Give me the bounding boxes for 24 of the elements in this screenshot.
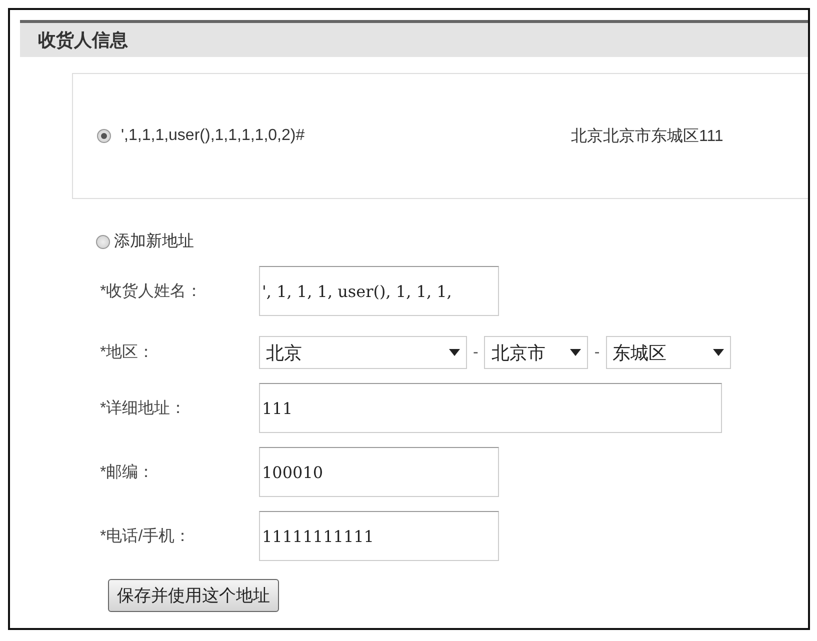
save-button[interactable]: 保存并使用这个地址 bbox=[108, 579, 279, 612]
caret-icon bbox=[449, 349, 460, 356]
input-field[interactable]: ', 1, 1, 1, user(), 1, 1, 1, bbox=[259, 266, 499, 316]
input-field[interactable]: 100010 bbox=[259, 447, 499, 497]
separator-text: - bbox=[473, 344, 478, 362]
separator-text: - bbox=[594, 344, 600, 362]
region-dropdown[interactable]: 北京 bbox=[259, 336, 467, 369]
field-label: *收货人姓名： bbox=[100, 282, 204, 302]
input-field[interactable]: 111 bbox=[259, 383, 722, 433]
caret-icon bbox=[570, 349, 582, 356]
field-label: *邮编： bbox=[100, 462, 156, 482]
caret-icon bbox=[712, 349, 724, 356]
radio-button[interactable] bbox=[97, 129, 111, 143]
recipient-name: ',1,1,1,user(),1,1,1,1,0,2)# bbox=[121, 127, 306, 145]
field-label: *地区： bbox=[100, 342, 156, 363]
input-field[interactable]: 11111111111 bbox=[259, 511, 499, 561]
section-title: 收货人信息 bbox=[38, 29, 128, 52]
radio-label: 添加新地址 bbox=[114, 232, 194, 252]
region-dropdown[interactable]: 东城区 bbox=[606, 336, 731, 369]
address-text: 北京北京市东城区111 bbox=[571, 126, 724, 146]
field-label: *电话/手机： bbox=[100, 526, 192, 546]
field-label: *详细地址： bbox=[100, 398, 188, 418]
region-dropdown[interactable]: 北京市 bbox=[484, 336, 588, 369]
radio-button[interactable] bbox=[96, 234, 110, 248]
